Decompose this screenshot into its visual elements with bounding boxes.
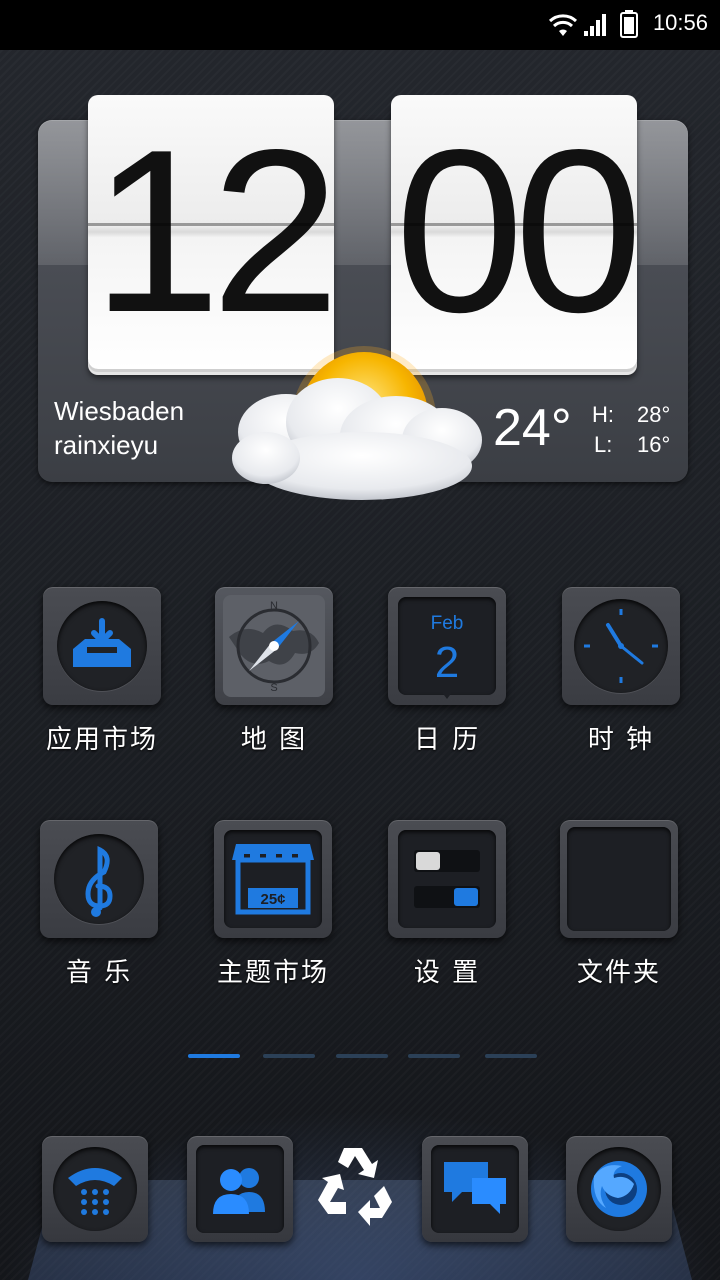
compass-north-label: N [270, 600, 278, 612]
app-label: 日 历 [413, 725, 481, 755]
folder-tile[interactable] [560, 820, 678, 938]
flip-hinge [391, 223, 637, 226]
settings-tile[interactable] [388, 820, 506, 938]
messages-button[interactable] [422, 1136, 528, 1242]
page-dot[interactable] [408, 1054, 460, 1058]
page-dot[interactable] [263, 1054, 315, 1058]
current-temperature: 24° [493, 399, 572, 457]
clock-tile[interactable] [562, 587, 680, 705]
page-dot[interactable] [336, 1054, 388, 1058]
high-temp: 28° [637, 402, 671, 427]
app-store-app[interactable]: 应用市场 [22, 587, 182, 756]
clock-icon [584, 609, 658, 683]
map-tile[interactable]: N S [215, 587, 333, 705]
high-label: H: [592, 402, 614, 427]
hour-flip-card[interactable]: 12 [88, 95, 334, 369]
app-store-icon [73, 618, 131, 667]
folder-icon [567, 827, 671, 931]
battery-icon [620, 10, 638, 38]
minute-flip-card[interactable]: 00 [391, 95, 637, 369]
theme-store-tile[interactable]: 25¢ [214, 820, 332, 938]
firefox-button[interactable] [566, 1136, 672, 1242]
app-label: 文件夹 [576, 958, 661, 988]
username: rainxieyu [54, 430, 159, 460]
settings-app[interactable]: 设 置 [367, 820, 527, 989]
contacts-button[interactable] [187, 1136, 293, 1242]
page-dot[interactable] [485, 1054, 537, 1058]
settings-toggle-icon [414, 850, 480, 908]
phone-button[interactable] [42, 1136, 148, 1242]
theme-store-icon: 25¢ [232, 844, 314, 915]
app-label: 主题市场 [216, 958, 329, 988]
partly-cloudy-icon [232, 346, 482, 500]
phone-icon [68, 1168, 122, 1215]
calendar-day: 2 [435, 638, 459, 687]
app-label: 应用市场 [45, 725, 158, 755]
contacts-icon [213, 1168, 265, 1214]
flip-hinge [88, 223, 334, 226]
map-app[interactable]: N S 地 图 [194, 587, 354, 756]
theme-store-app[interactable]: 25¢ 主题市场 [193, 820, 353, 989]
compass-south-label: S [270, 682, 277, 694]
low-label: L: [594, 432, 613, 457]
calendar-month: Feb [431, 613, 464, 634]
theme-price: 25¢ [260, 891, 285, 908]
app-label: 时 钟 [587, 725, 655, 755]
firefox-icon [591, 1161, 647, 1217]
map-compass-icon: N S [223, 595, 325, 697]
status-time: 10:56 [652, 10, 708, 35]
weather-city: Wiesbaden [54, 396, 185, 426]
music-icon [85, 845, 113, 917]
clock-hours: 12 [91, 102, 334, 361]
recycle-icon[interactable] [312, 1142, 398, 1226]
app-store-tile[interactable] [43, 587, 161, 705]
signal-icon [584, 14, 606, 36]
folder-app[interactable]: 文件夹 [539, 820, 699, 989]
music-app[interactable]: 音 乐 [19, 820, 179, 989]
clock-minutes: 00 [394, 102, 637, 361]
clock-app[interactable]: 时 钟 [541, 587, 701, 756]
app-label: 音 乐 [65, 958, 133, 988]
music-tile[interactable] [40, 820, 158, 938]
messages-icon [444, 1162, 506, 1214]
calendar-tile[interactable]: Feb 2 [388, 587, 506, 705]
page-dot-active[interactable] [188, 1054, 240, 1058]
status-bar: 10:56 [0, 0, 720, 50]
app-label: 设 置 [413, 958, 481, 988]
app-label: 地 图 [240, 725, 308, 755]
calendar-app[interactable]: Feb 2 日 历 [367, 587, 527, 756]
wifi-icon [548, 14, 578, 36]
low-temp: 16° [637, 432, 671, 457]
calendar-icon: Feb 2 [431, 613, 464, 699]
